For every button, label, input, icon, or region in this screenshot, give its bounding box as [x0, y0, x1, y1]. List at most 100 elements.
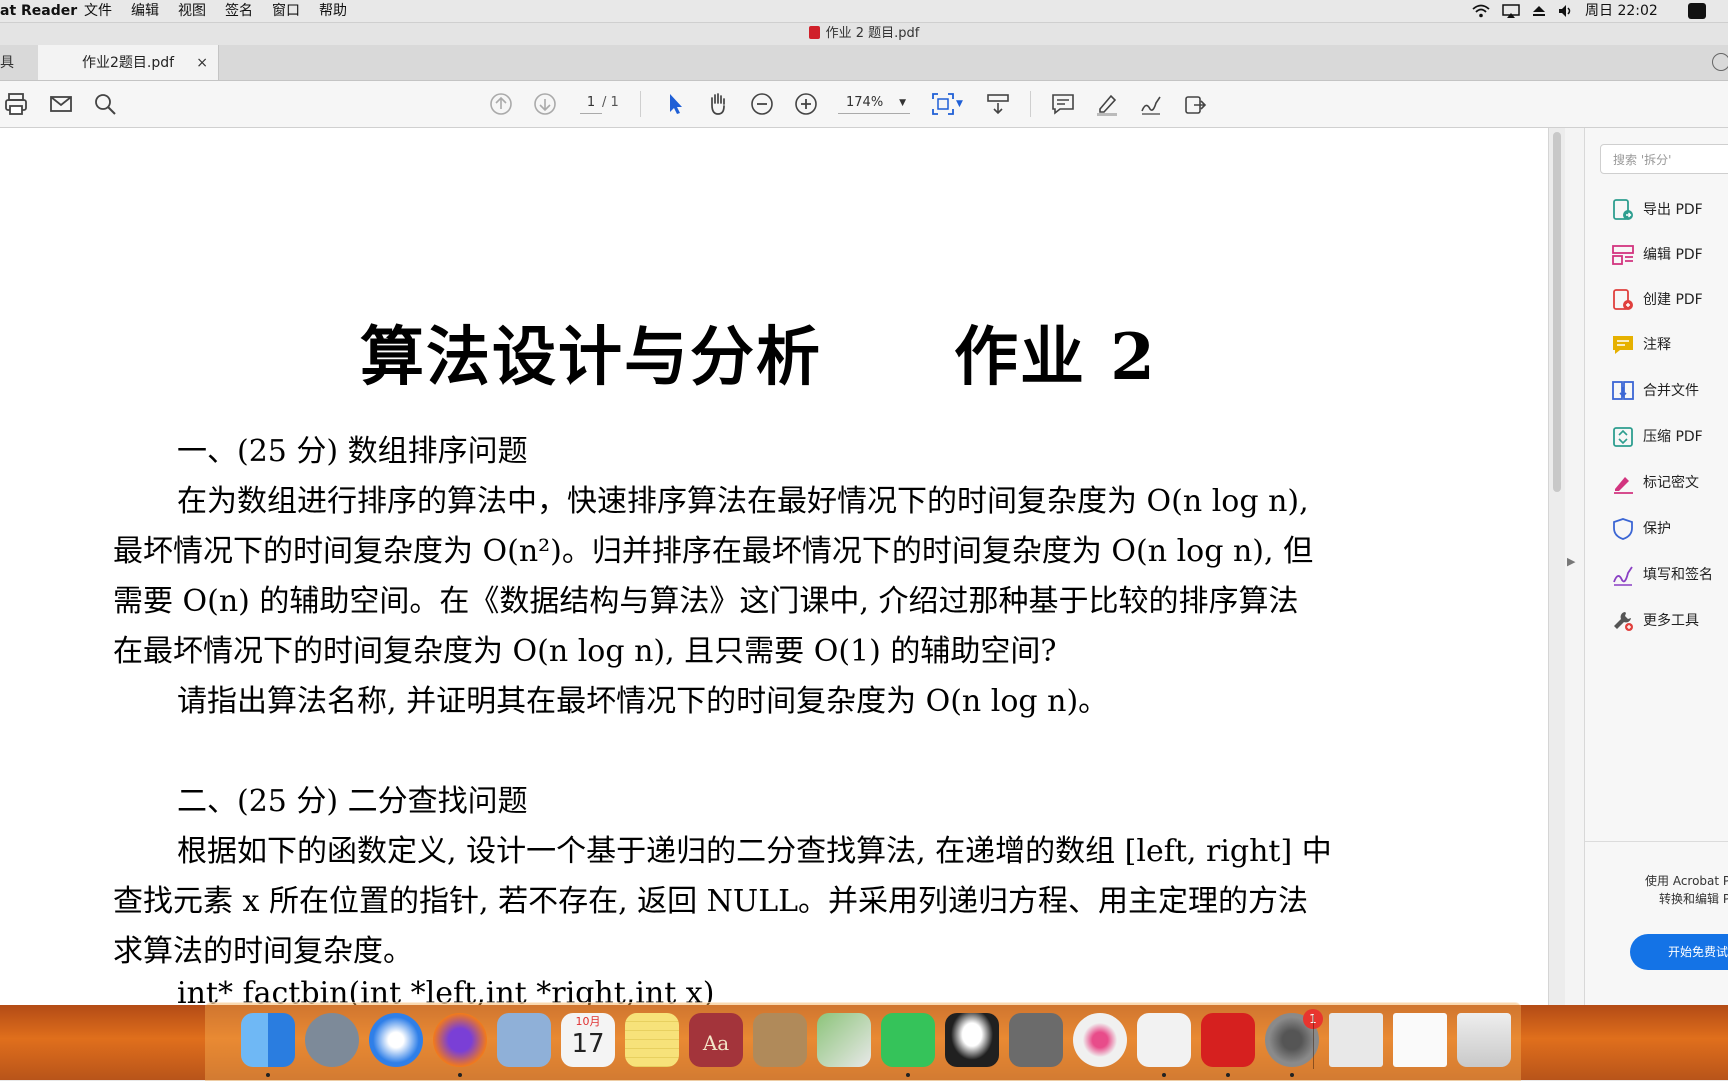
running-indicator [906, 1073, 910, 1077]
document-title: 算法设计与分析 作业 2 [360, 320, 1157, 395]
dock-divider [1313, 1015, 1314, 1069]
sign-tool-icon[interactable] [1138, 91, 1164, 117]
collapse-pane-icon[interactable]: ▶ [1567, 555, 1575, 568]
document-page[interactable]: 算法设计与分析 作业 2 一、(25 分) 数组排序问题 在为数组进行排序的算法… [0, 128, 1548, 1005]
wifi-icon[interactable] [1472, 3, 1490, 19]
tool-label: 更多工具 [1643, 613, 1699, 629]
tools-tab[interactable]: 具 [0, 45, 14, 81]
start-free-trial-button[interactable]: 开始免费试 [1630, 934, 1728, 970]
dock-notes-icon[interactable] [625, 1013, 679, 1067]
dock-safari-icon[interactable] [369, 1013, 423, 1067]
running-indicator [1226, 1073, 1230, 1077]
promo-line-1: 使用 Acrobat P [1645, 874, 1728, 888]
section-2-heading: 二、(25 分) 二分查找问题 [177, 784, 528, 819]
print-icon[interactable] [3, 91, 29, 117]
search-icon[interactable] [92, 91, 118, 117]
tool-comment[interactable]: 注释 [1611, 331, 1728, 359]
close-tab-icon[interactable]: × [196, 45, 208, 81]
dock-finder-icon[interactable] [241, 1013, 295, 1067]
zoom-level-dropdown[interactable]: 174% ▼ [838, 93, 910, 114]
paragraph-line: 最坏情况下的时间复杂度为 O(n²)。归并排序在最坏情况下的时间复杂度为 O(n… [113, 534, 1314, 569]
menu-edit[interactable]: 编辑 [131, 0, 159, 22]
page-total: / 1 [602, 95, 619, 110]
paragraph-line: 根据如下的函数定义, 设计一个基于递归的二分查找算法, 在递增的数组 [left… [177, 834, 1332, 869]
tool-label: 编辑 PDF [1643, 247, 1703, 263]
vertical-scrollbar[interactable] [1548, 128, 1565, 1005]
eject-icon[interactable] [1530, 3, 1548, 19]
hand-tool-icon[interactable] [705, 91, 731, 117]
fit-dropdown-caret-icon[interactable]: ▼ [956, 99, 963, 109]
menu-sign[interactable]: 签名 [225, 0, 253, 22]
tool-label: 压缩 PDF [1643, 429, 1703, 445]
more-tools-icon [1614, 612, 1633, 631]
dock-itunes-icon[interactable] [1073, 1013, 1127, 1067]
share-tool-icon[interactable] [1182, 91, 1208, 117]
tool-create-pdf[interactable]: 创建 PDF [1611, 286, 1728, 314]
dock-contacts-icon[interactable] [753, 1013, 807, 1067]
highlight-tool-icon[interactable] [1094, 91, 1120, 117]
dock-preview-document-icon[interactable] [1329, 1013, 1383, 1067]
dock-trash-icon[interactable] [1457, 1013, 1511, 1067]
window-titlebar: 作业 2 题目.pdf [0, 23, 1728, 45]
paragraph-line: 请指出算法名称, 并证明其在最坏情况下的时间复杂度为 O(n log n)。 [177, 684, 1109, 719]
dock-wechat-icon[interactable] [881, 1013, 935, 1067]
tool-protect[interactable]: 保护 [1611, 515, 1728, 543]
tool-label: 导出 PDF [1643, 202, 1703, 218]
dock-mail-icon[interactable] [497, 1013, 551, 1067]
tool-combine-files[interactable]: 合并文件 [1611, 377, 1728, 405]
comment-icon [1613, 336, 1633, 354]
airplay-icon[interactable] [1502, 3, 1520, 19]
zoom-in-icon[interactable] [793, 91, 819, 117]
app-menu[interactable]: at Reader [0, 0, 77, 22]
promo-line-2: 转换和编辑 P [1659, 892, 1728, 906]
document-tab[interactable]: 作业2题目.pdf × [38, 45, 219, 80]
dock-qq-icon[interactable] [945, 1013, 999, 1067]
dock-acrobat-icon[interactable] [1201, 1013, 1255, 1067]
tool-fill-sign[interactable]: 填写和签名 [1611, 561, 1728, 589]
menu-file[interactable]: 文件 [84, 0, 112, 22]
paragraph-line: 在为数组进行排序的算法中，快速排序算法在最好情况下的时间复杂度为 O(n log… [177, 484, 1309, 519]
email-icon[interactable] [48, 91, 74, 117]
dock-maps-icon[interactable] [817, 1013, 871, 1067]
paragraph-line: 需要 O(n) 的辅助空间。在《数据结构与算法》这门课中, 介绍过那种基于比较的… [113, 584, 1299, 619]
paragraph-line: 在最坏情况下的时间复杂度为 O(n log n), 且只需要 O(1) 的辅助空… [113, 634, 1057, 669]
acrobat-pro-promo: 使用 Acrobat P 转换和编辑 P 开始免费试 [1585, 841, 1728, 1002]
tool-redact[interactable]: 标记密文 [1611, 469, 1728, 497]
dock-blank-document-icon[interactable] [1393, 1013, 1447, 1067]
scrolling-mode-icon[interactable] [985, 91, 1011, 117]
paragraph-line: 求算法的时间复杂度。 [113, 934, 413, 969]
code-line: int* factbin(int *left,int *right,int x) [177, 976, 715, 1005]
running-indicator [1290, 1073, 1294, 1077]
comment-tool-icon[interactable] [1050, 91, 1076, 117]
fit-page-icon[interactable] [930, 91, 956, 117]
dock-launchpad-icon[interactable] [305, 1013, 359, 1067]
dock-calculator-icon[interactable] [1009, 1013, 1063, 1067]
dock-system-preferences-icon[interactable]: 1 [1265, 1009, 1323, 1067]
tool-label: 创建 PDF [1643, 292, 1703, 308]
page-number-input[interactable]: 1 [580, 93, 602, 114]
volume-icon[interactable] [1557, 3, 1575, 19]
input-method-icon[interactable] [1688, 3, 1706, 19]
menu-window[interactable]: 窗口 [272, 0, 300, 22]
menubar-clock[interactable]: 周日 22:02 [1585, 0, 1658, 22]
dock-textedit-icon[interactable] [1137, 1013, 1191, 1067]
scrollbar-thumb[interactable] [1553, 132, 1561, 492]
menu-bar: at Reader 文件 编辑 视图 签名 窗口 帮助 周日 22:02 [0, 0, 1728, 23]
zoom-level-value: 174% [846, 95, 884, 110]
tool-more-tools[interactable]: 更多工具 [1611, 607, 1728, 635]
tool-export-pdf[interactable]: 导出 PDF [1611, 196, 1728, 224]
next-page-icon[interactable] [532, 91, 558, 117]
dock-dictionary-icon[interactable]: Aa [689, 1013, 743, 1067]
dock-firefox-icon[interactable] [433, 1013, 487, 1067]
tool-edit-pdf[interactable]: 编辑 PDF [1611, 241, 1728, 269]
dock: 10月 17 Aa 1 [205, 1002, 1521, 1081]
zoom-out-icon[interactable] [749, 91, 775, 117]
dock-calendar-icon[interactable]: 10月 17 [561, 1013, 615, 1067]
tool-compress-pdf[interactable]: 压缩 PDF [1611, 423, 1728, 451]
menu-view[interactable]: 视图 [178, 0, 206, 22]
help-icon[interactable] [1712, 53, 1728, 71]
select-cursor-icon[interactable] [662, 91, 688, 117]
previous-page-icon[interactable] [488, 91, 514, 117]
menu-help[interactable]: 帮助 [319, 0, 347, 22]
tools-search-input[interactable]: 搜索 '拆分' [1600, 144, 1728, 174]
